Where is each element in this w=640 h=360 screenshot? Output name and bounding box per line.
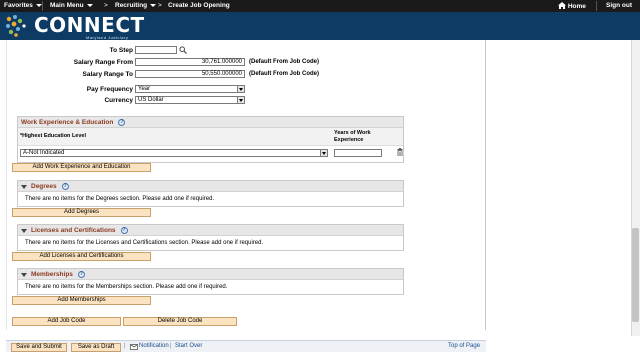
notification-icon[interactable] [130, 344, 138, 350]
main-menu-label: Main Menu [50, 2, 84, 9]
work-experience-section: Work Experience & Education? *Highest Ed… [17, 116, 404, 163]
main-menu[interactable]: Main Menu [50, 2, 93, 9]
search-icon[interactable] [179, 46, 187, 54]
favorites-label: Favorites [4, 2, 33, 9]
licenses-title: Licenses and Certifications [31, 227, 116, 235]
bottom-toolbar: Save and Submit Save as Draft | Notifica… [6, 340, 486, 352]
years-experience-input[interactable] [334, 149, 382, 157]
help-icon[interactable]: ? [61, 183, 69, 190]
memberships-header[interactable]: Memberships? [18, 269, 403, 280]
favorites-menu[interactable]: Favorites [4, 2, 42, 9]
breadcrumb-current[interactable]: Create Job Opening [168, 2, 230, 9]
salary-from-note: (Default From Job Code) [249, 59, 319, 65]
col-years-header-line1: Years of Work [334, 130, 371, 136]
to-step-label: To Step [109, 47, 133, 54]
collapse-arrow-icon[interactable] [21, 228, 27, 233]
recruiting-label: Recruiting [115, 2, 148, 9]
salary-from-label: Salary Range From [73, 59, 133, 66]
top-menu-bar: Favorites Main Menu > Recruiting > Creat… [0, 0, 640, 12]
trash-icon[interactable] [397, 148, 403, 156]
pay-frequency-select[interactable]: Year [135, 85, 245, 93]
recruiting-menu[interactable]: Recruiting [115, 2, 157, 9]
degrees-empty-text: There are no items for the Degrees secti… [25, 196, 215, 202]
col-education-header: *Highest Education Level [20, 133, 87, 139]
pay-frequency-label: Pay Frequency [86, 86, 133, 93]
home-link[interactable]: Home [558, 2, 586, 10]
start-over-link[interactable]: Start Over [175, 343, 202, 349]
help-icon[interactable]: ? [118, 119, 126, 126]
work-experience-header: Work Experience & Education? [18, 117, 403, 128]
scrollbar-thumb[interactable] [632, 228, 639, 322]
grid-header-row: *Highest Education Level Years of Work E… [18, 128, 403, 146]
menu-divider [596, 1, 597, 11]
logo-icon [6, 15, 26, 37]
memberships-empty-text: There are no items for the Memberships s… [25, 284, 228, 290]
degrees-header[interactable]: Degrees? [18, 181, 403, 192]
degrees-section: Degrees? There are no items for the Degr… [17, 180, 404, 207]
degrees-title: Degrees [31, 183, 57, 191]
memberships-title: Memberships [31, 271, 73, 279]
collapse-arrow-icon[interactable] [21, 272, 27, 277]
currency-value: US Dollar [138, 97, 164, 103]
add-licenses-button[interactable]: Add Licenses and Certifications [12, 252, 151, 261]
salary-from-input[interactable]: 30,761.000000 [135, 58, 245, 66]
dropdown-arrow-icon [237, 86, 244, 92]
app-header: CONNECT Maryland Judiciary [0, 12, 640, 40]
pay-frequency-value: Year [138, 86, 151, 92]
home-icon [558, 2, 566, 9]
dropdown-arrow-icon [320, 150, 327, 156]
breadcrumb-arrow-icon: > [104, 2, 108, 9]
save-draft-button[interactable]: Save as Draft [71, 343, 121, 352]
save-submit-button[interactable]: Save and Submit [11, 343, 67, 352]
help-icon[interactable]: ? [77, 271, 85, 278]
currency-label: Currency [104, 97, 133, 104]
chevron-down-icon [86, 3, 93, 7]
col-years-header-line2: Experience [334, 137, 364, 143]
home-label: Home [567, 3, 586, 10]
licenses-empty-text: There are no items for the Licenses and … [25, 240, 264, 246]
delete-job-code-button[interactable]: Delete Job Code [123, 317, 237, 326]
to-step-input[interactable] [135, 46, 177, 54]
education-level-value: A-Not Indicated [23, 150, 65, 156]
work-experience-title: Work Experience & Education [21, 119, 114, 127]
add-degrees-button[interactable]: Add Degrees [12, 208, 151, 217]
menu-divider [42, 1, 43, 11]
add-job-code-button[interactable]: Add Job Code [12, 317, 121, 326]
notification-link[interactable]: Notification [139, 343, 169, 349]
education-level-select[interactable]: A-Not Indicated [20, 149, 328, 157]
add-work-experience-button[interactable]: Add Work Experience and Education [12, 163, 151, 172]
licenses-header[interactable]: Licenses and Certifications? [18, 225, 403, 236]
salary-to-input[interactable]: 50,550.000000 [135, 70, 245, 78]
collapse-arrow-icon[interactable] [21, 184, 27, 189]
sign-out-link[interactable]: Sign out [606, 2, 632, 9]
currency-select[interactable]: US Dollar [135, 96, 245, 104]
add-memberships-button[interactable]: Add Memberships [12, 296, 151, 305]
salary-to-label: Salary Range To [82, 71, 133, 78]
main-content: To Step Salary Range From 30,761.000000 … [6, 40, 486, 330]
chevron-down-icon [150, 3, 157, 7]
memberships-section: Memberships? There are no items for the … [17, 268, 404, 295]
logo-text: CONNECT [34, 13, 145, 37]
dropdown-arrow-icon [237, 97, 244, 103]
salary-to-note: (Default From Job Code) [249, 71, 319, 77]
toolbar-separator: | [124, 343, 126, 349]
breadcrumb-arrow-icon: > [158, 2, 162, 9]
help-icon[interactable]: ? [120, 227, 128, 234]
toolbar-separator: | [170, 343, 172, 349]
licenses-section: Licenses and Certifications? There are n… [17, 224, 404, 251]
top-of-page-link[interactable]: Top of Page [448, 343, 480, 349]
chevron-down-icon [35, 3, 42, 7]
